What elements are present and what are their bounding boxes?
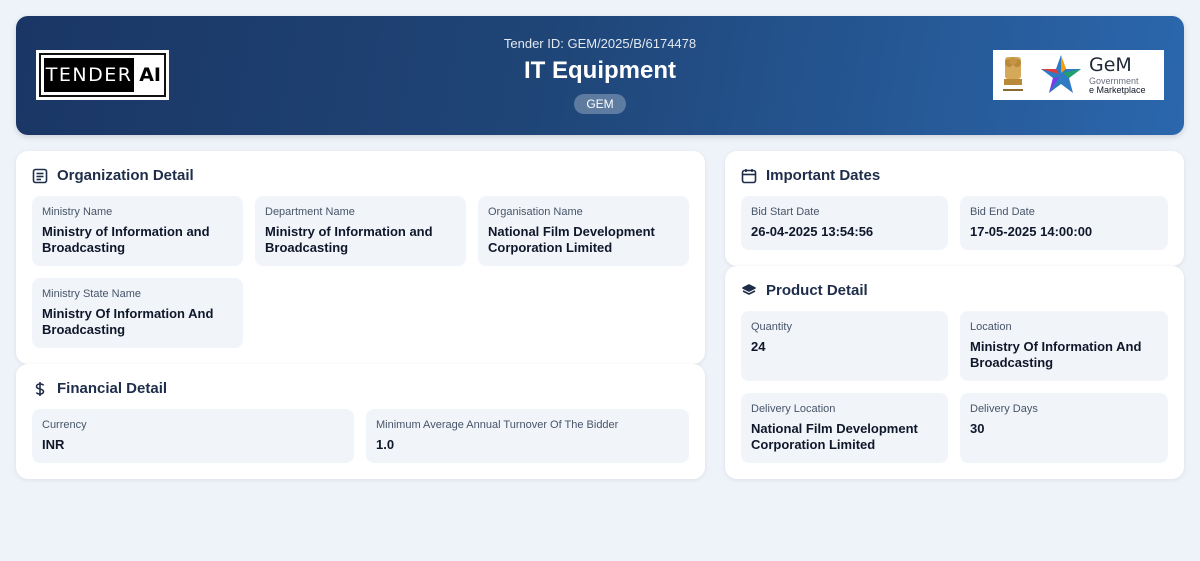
organization-detail-card: Organization Detail Ministry Name Minist… (16, 151, 705, 364)
gem-star-icon (1041, 55, 1081, 93)
field-value: 24 (751, 339, 766, 354)
important-dates-card: Important Dates Bid Start Date 26-04-202… (725, 151, 1184, 266)
field-label: Organisation Name (488, 206, 583, 218)
quantity-field: Quantity 24 (741, 311, 948, 381)
field-label: Delivery Days (970, 403, 1038, 415)
organization-detail-title: Organization Detail (57, 167, 194, 184)
field-value: Ministry of Information and Broadcasting (265, 224, 433, 255)
product-detail-card: Product Detail Quantity 24 Location Mini… (725, 266, 1184, 479)
field-value: Ministry Of Information And Broadcasting (970, 339, 1142, 370)
location-field: Location Ministry Of Information And Bro… (960, 311, 1168, 381)
currency-field: Currency INR (32, 409, 354, 463)
financial-detail-title: Financial Detail (57, 380, 168, 397)
field-value: 26-04-2025 13:54:56 (751, 224, 874, 239)
bid-end-date-field: Bid End Date 17-05-2025 14:00:00 (960, 196, 1168, 250)
min-turnover-field: Minimum Average Annual Turnover Of The B… (366, 409, 689, 463)
delivery-location-field: Delivery Location National Film Developm… (741, 393, 948, 463)
field-label: Quantity (751, 321, 792, 333)
department-name-field: Department Name Ministry of Information … (255, 196, 466, 266)
source-badge: GEM (574, 94, 626, 114)
field-label: Department Name (265, 206, 355, 218)
gem-logo-title: GeM (1089, 53, 1132, 76)
field-value: Ministry Of Information And Broadcasting (42, 306, 214, 337)
field-label: Bid Start Date (751, 206, 820, 218)
financial-detail-card: Financial Detail Currency INR Minimum Av… (16, 364, 705, 479)
document-list-icon (32, 168, 48, 183)
delivery-days-field: Delivery Days 30 (960, 393, 1168, 463)
important-dates-title: Important Dates (766, 167, 881, 184)
field-value: 30 (970, 421, 985, 436)
tender-id: Tender ID: GEM/2025/B/6174478 (503, 36, 697, 51)
calendar-icon (741, 168, 757, 183)
organisation-name-field: Organisation Name National Film Developm… (478, 196, 689, 266)
field-label: Minimum Average Annual Turnover Of The B… (376, 419, 619, 431)
field-label: Ministry State Name (42, 288, 142, 300)
field-value: INR (42, 437, 65, 452)
tender-header: TENDER AI Tender ID: GEM/2025/B/6174478 … (16, 16, 1184, 135)
ministry-name-field: Ministry Name Ministry of Information an… (32, 196, 243, 266)
field-value: National Film Development Corporation Li… (751, 421, 918, 452)
field-label: Ministry Name (42, 206, 113, 218)
gem-logo: GeM Government e Marketplace (993, 50, 1164, 100)
field-value: 17-05-2025 14:00:00 (970, 224, 1093, 239)
field-label: Delivery Location (751, 403, 836, 415)
bid-start-date-field: Bid Start Date 26-04-2025 13:54:56 (741, 196, 948, 250)
dollar-icon (35, 381, 45, 396)
national-emblem-icon (1003, 57, 1023, 91)
field-label: Bid End Date (970, 206, 1035, 218)
ministry-state-name-field: Ministry State Name Ministry Of Informat… (32, 278, 243, 348)
field-value: 1.0 (376, 437, 395, 452)
field-label: Currency (42, 419, 87, 431)
field-value: National Film Development Corporation Li… (488, 224, 655, 255)
field-label: Location (970, 321, 1012, 333)
field-value: Ministry of Information and Broadcasting (42, 224, 210, 255)
gem-logo-line2: e Marketplace (1089, 84, 1146, 95)
product-detail-title: Product Detail (766, 282, 868, 299)
layers-icon (742, 283, 756, 295)
